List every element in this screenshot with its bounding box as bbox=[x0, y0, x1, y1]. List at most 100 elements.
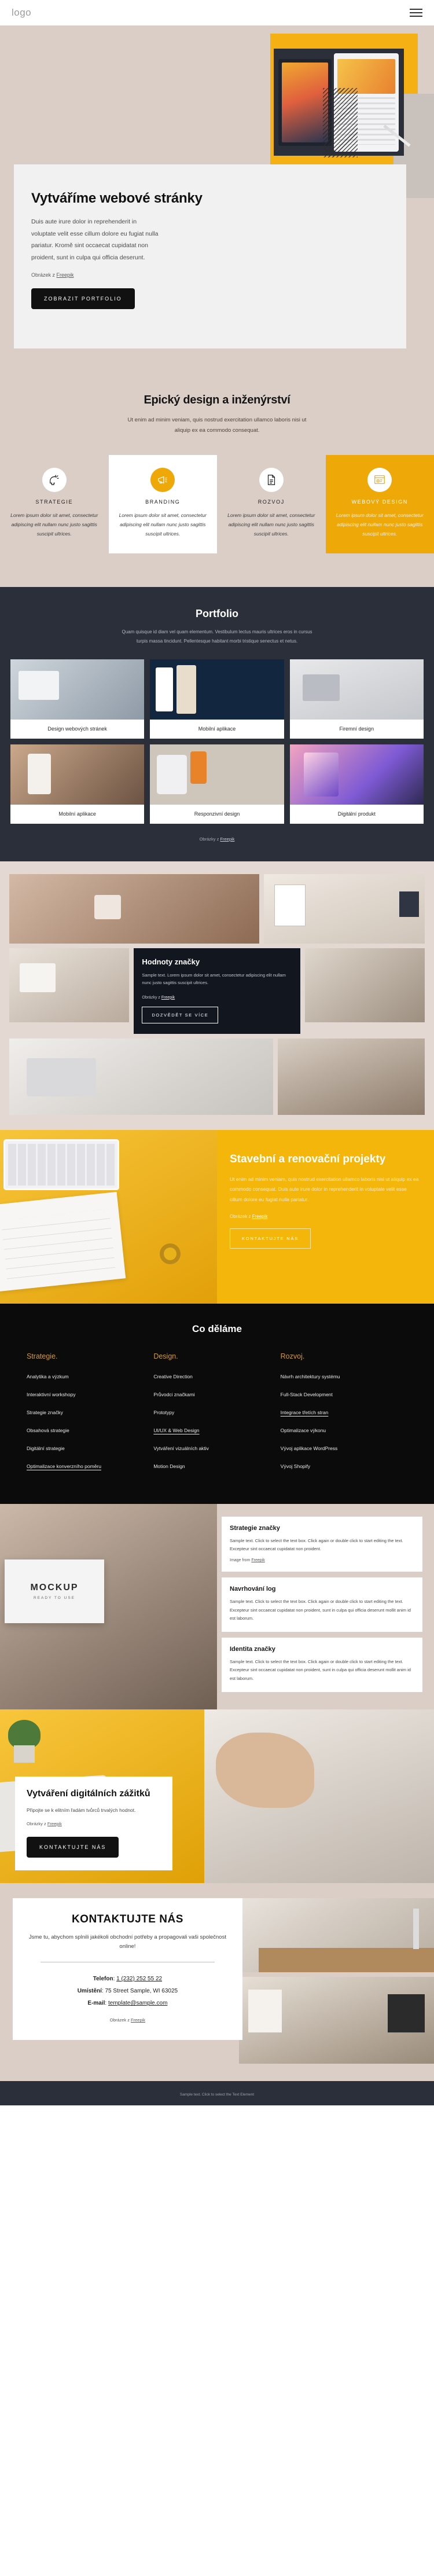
values-middle-row: Hodnoty značky Sample text. Lorem ipsum … bbox=[0, 948, 434, 1034]
portfolio-thumbnail bbox=[10, 744, 145, 805]
wwd-column-heading: Rozvoj. bbox=[280, 1352, 305, 1360]
list-item: Vytváření vizuálních aktiv bbox=[153, 1443, 280, 1453]
digital-contact-button[interactable]: KONTAKTUJTE NÁS bbox=[27, 1836, 119, 1858]
building-contact-button[interactable]: KONTAKTUJTE NÁS bbox=[230, 1228, 311, 1249]
portfolio-item[interactable]: Design webových stránek bbox=[10, 659, 145, 739]
wwd-column-heading: Strategie. bbox=[27, 1352, 58, 1360]
portfolio-item[interactable]: Responzivní design bbox=[150, 744, 284, 824]
logo[interactable]: logo bbox=[12, 7, 31, 19]
portfolio-column: Firemní design Digitální produkt bbox=[289, 659, 424, 830]
wwd-link[interactable]: Strategie značky bbox=[27, 1410, 63, 1415]
contact-email-value[interactable]: template@sample.com bbox=[108, 2000, 167, 2006]
mockup-sublabel: READY TO USE bbox=[33, 1595, 76, 1600]
portfolio-item[interactable]: Digitální produkt bbox=[289, 744, 424, 824]
service-card-branding[interactable]: BRANDING Lorem ipsum dolor sit amet, con… bbox=[108, 455, 217, 554]
services-subtitle: Ut enim ad minim veniam, quis nostrud ex… bbox=[127, 417, 307, 434]
contact-details: Telefon: 1 (232) 252 55 22 Umístění: 75 … bbox=[25, 1973, 230, 2009]
portfolio-thumbnail bbox=[150, 659, 284, 720]
portfolio-item[interactable]: Mobilní aplikace bbox=[10, 744, 145, 824]
list-item: Creative Direction bbox=[153, 1371, 280, 1381]
portfolio-caption: Mobilní aplikace bbox=[58, 810, 96, 817]
hero-body: Duis aute irure dolor in reprehenderit i… bbox=[31, 218, 159, 261]
digital-credit-prefix: Obrázky z bbox=[27, 1821, 47, 1826]
wwd-link-list: Creative Direction Průvodci značkami Pro… bbox=[153, 1371, 280, 1471]
browser-design-icon bbox=[367, 468, 392, 493]
service-card-rozvoj[interactable]: ROZVOJ Lorem ipsum dolor sit amet, conse… bbox=[217, 455, 326, 553]
wwd-link[interactable]: Creative Direction bbox=[153, 1374, 193, 1379]
building-credit: Obrázek z Freepik bbox=[230, 1214, 419, 1219]
wwd-link[interactable]: Vytváření vizuálních aktiv bbox=[153, 1445, 209, 1451]
service-card-title: ROZVOJ bbox=[258, 499, 285, 505]
contact-credit-prefix: Obrázek z bbox=[109, 2017, 131, 2023]
wwd-link[interactable]: Digitální strategie bbox=[27, 1445, 65, 1451]
values-photo-laptop bbox=[9, 1038, 274, 1115]
wwd-link[interactable]: Optimalizace konverzního poměru bbox=[27, 1463, 101, 1469]
plant-decor bbox=[8, 1719, 41, 1749]
what-we-do-columns: Strategie. Analytika a výzkum Interaktiv… bbox=[0, 1352, 434, 1478]
services-section: Epický design a inženýrství Ut enim ad m… bbox=[0, 370, 434, 588]
wwd-link[interactable]: Vývoj aplikace WordPress bbox=[281, 1445, 338, 1451]
building-credit-link[interactable]: Freepik bbox=[252, 1214, 268, 1219]
digital-credit: Obrázky z Freepik bbox=[27, 1821, 161, 1826]
mockup-card-text: Sample text. Click to select the text bo… bbox=[230, 1537, 403, 1552]
digital-credit-link[interactable]: Freepik bbox=[47, 1821, 62, 1826]
portfolio-caption: Digitální produkt bbox=[337, 810, 376, 817]
wwd-link[interactable]: Prototypy bbox=[153, 1410, 174, 1415]
portfolio-item[interactable]: Firemní design bbox=[289, 659, 424, 739]
contact-title: KONTAKTUJTE NÁS bbox=[71, 1913, 183, 1925]
wwd-link[interactable]: Integrace třetích stran bbox=[281, 1410, 329, 1415]
hamburger-line bbox=[410, 12, 422, 13]
list-item: Obsahová strategie bbox=[27, 1425, 153, 1435]
portfolio-credit: Obrázky z Freepik bbox=[0, 836, 434, 842]
digital-text: Připojte se k elitním řadám tvůrců trval… bbox=[27, 1807, 136, 1814]
plant-pot-decor bbox=[14, 1745, 35, 1763]
services-card-row: STRATEGIE Lorem ipsum dolor sit amet, co… bbox=[0, 455, 434, 554]
list-item: Analytika a výzkum bbox=[27, 1371, 153, 1381]
hamburger-icon[interactable] bbox=[410, 9, 422, 17]
wwd-link[interactable]: Obsahová strategie bbox=[27, 1428, 69, 1433]
hero-portfolio-button[interactable]: ZOBRAZIT PORTFOLIO bbox=[31, 288, 135, 310]
service-card-strategie[interactable]: STRATEGIE Lorem ipsum dolor sit amet, co… bbox=[0, 455, 109, 553]
wwd-link-list: Analytika a výzkum Interaktivní workshop… bbox=[27, 1371, 153, 1471]
site-footer: Sample text. Click to select the Text El… bbox=[0, 2080, 434, 2105]
wwd-link[interactable]: Analytika a výzkum bbox=[27, 1374, 69, 1379]
contact-credit-link[interactable]: Freepik bbox=[131, 2017, 145, 2023]
hero-credit: Obrázek z Freepik bbox=[31, 272, 389, 278]
digital-title: Vytváření digitálních zážitků bbox=[27, 1789, 150, 1799]
contact-credit: Obrázek z Freepik bbox=[25, 2017, 230, 2023]
wwd-column-heading: Design. bbox=[153, 1352, 178, 1360]
hero-title: Vytváříme webové stránky bbox=[31, 190, 203, 206]
wwd-link[interactable]: Interaktivní workshopy bbox=[27, 1392, 76, 1397]
mockup-credit-prefix: Image from bbox=[230, 1558, 252, 1563]
site-header: logo bbox=[0, 0, 434, 25]
values-learn-more-button[interactable]: DOZVĚDĚT SE VÍCE bbox=[142, 1006, 219, 1023]
mockup-credit-link[interactable]: Freepik bbox=[251, 1558, 264, 1562]
service-card-webovy-design[interactable]: WEBOVÝ DESIGN Lorem ipsum dolor sit amet… bbox=[325, 455, 434, 554]
wwd-link[interactable]: Motion Design bbox=[153, 1463, 185, 1469]
list-item: Interaktivní workshopy bbox=[27, 1389, 153, 1399]
contact-section: KONTAKTUJTE NÁS Jsme tu, abychom splnili… bbox=[0, 1883, 434, 2081]
list-item: Vývoj aplikace WordPress bbox=[281, 1443, 407, 1453]
wwd-link[interactable]: Návrh architektury systému bbox=[281, 1374, 340, 1379]
list-item: Vývoj Shopify bbox=[281, 1461, 407, 1471]
wwd-link[interactable]: Optimalizace výkonu bbox=[281, 1428, 326, 1433]
wwd-link[interactable]: Průvodci značkami bbox=[153, 1392, 194, 1397]
hero-credit-link[interactable]: Freepik bbox=[57, 272, 74, 278]
wwd-link[interactable]: UI/UX & Web Design bbox=[153, 1428, 199, 1433]
list-item: UI/UX & Web Design bbox=[153, 1425, 280, 1435]
wwd-link[interactable]: Vývoj Shopify bbox=[281, 1463, 311, 1469]
wwd-link[interactable]: Full-Stack Development bbox=[281, 1392, 333, 1397]
mockup-photo: MOCKUP READY TO USE bbox=[0, 1503, 217, 1709]
values-photo-detail bbox=[278, 1038, 425, 1115]
tape-decor bbox=[160, 1243, 181, 1264]
contact-phone-value[interactable]: 1 (232) 252 55 22 bbox=[116, 1976, 162, 1982]
building-text: Stavební a renovační projekty Ut enim ad… bbox=[217, 1130, 434, 1304]
portfolio-item[interactable]: Mobilní aplikace bbox=[150, 659, 284, 739]
values-credit-link[interactable]: Freepik bbox=[161, 996, 175, 1000]
mockup-card-title: Strategie značky bbox=[230, 1524, 280, 1532]
building-body: Ut enim ad minim veniam, quis nostrud ex… bbox=[230, 1176, 419, 1203]
list-item: Motion Design bbox=[153, 1461, 280, 1471]
values-photo-branding bbox=[263, 874, 425, 944]
portfolio-credit-link[interactable]: Freepik bbox=[220, 836, 234, 842]
portfolio-column: Design webových stránek Mobilní aplikace bbox=[10, 659, 145, 830]
